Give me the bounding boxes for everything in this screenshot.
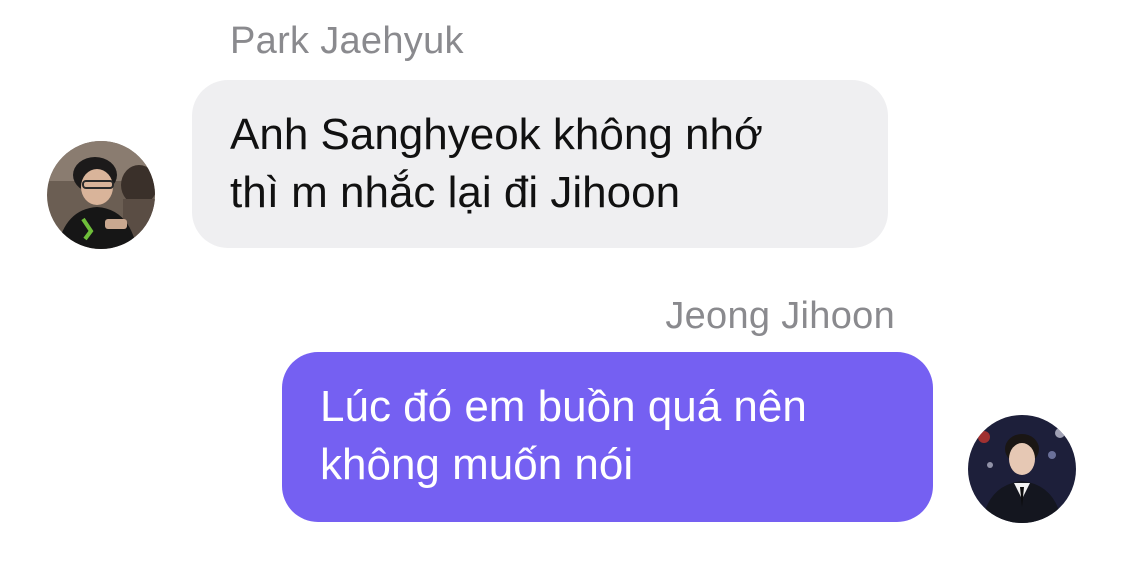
- message-text-line: Anh Sanghyeok không nhớ: [230, 110, 763, 159]
- message-bubble-incoming[interactable]: Anh Sanghyeok không nhớ thì m nhắc lại đ…: [192, 80, 888, 248]
- message-text-line: thì m nhắc lại đi Jihoon: [230, 168, 681, 217]
- message-bubble-outgoing[interactable]: Lúc đó em buồn quá nên không muốn nói: [282, 352, 933, 522]
- avatar[interactable]: [47, 141, 155, 249]
- avatar-photo-jeong-jihoon: [968, 415, 1076, 523]
- avatar-photo-park-jaehyuk: [47, 141, 155, 249]
- sender-name: Jeong Jihoon: [665, 295, 895, 337]
- chat-thread: Park Jaehyuk Anh Sanghyeok không nhớ thì…: [0, 0, 1125, 565]
- sender-name: Park Jaehyuk: [230, 20, 464, 62]
- message-text-line: Lúc đó em buồn quá nên: [320, 382, 807, 431]
- message-text-line: không muốn nói: [320, 440, 634, 489]
- avatar[interactable]: [968, 415, 1076, 523]
